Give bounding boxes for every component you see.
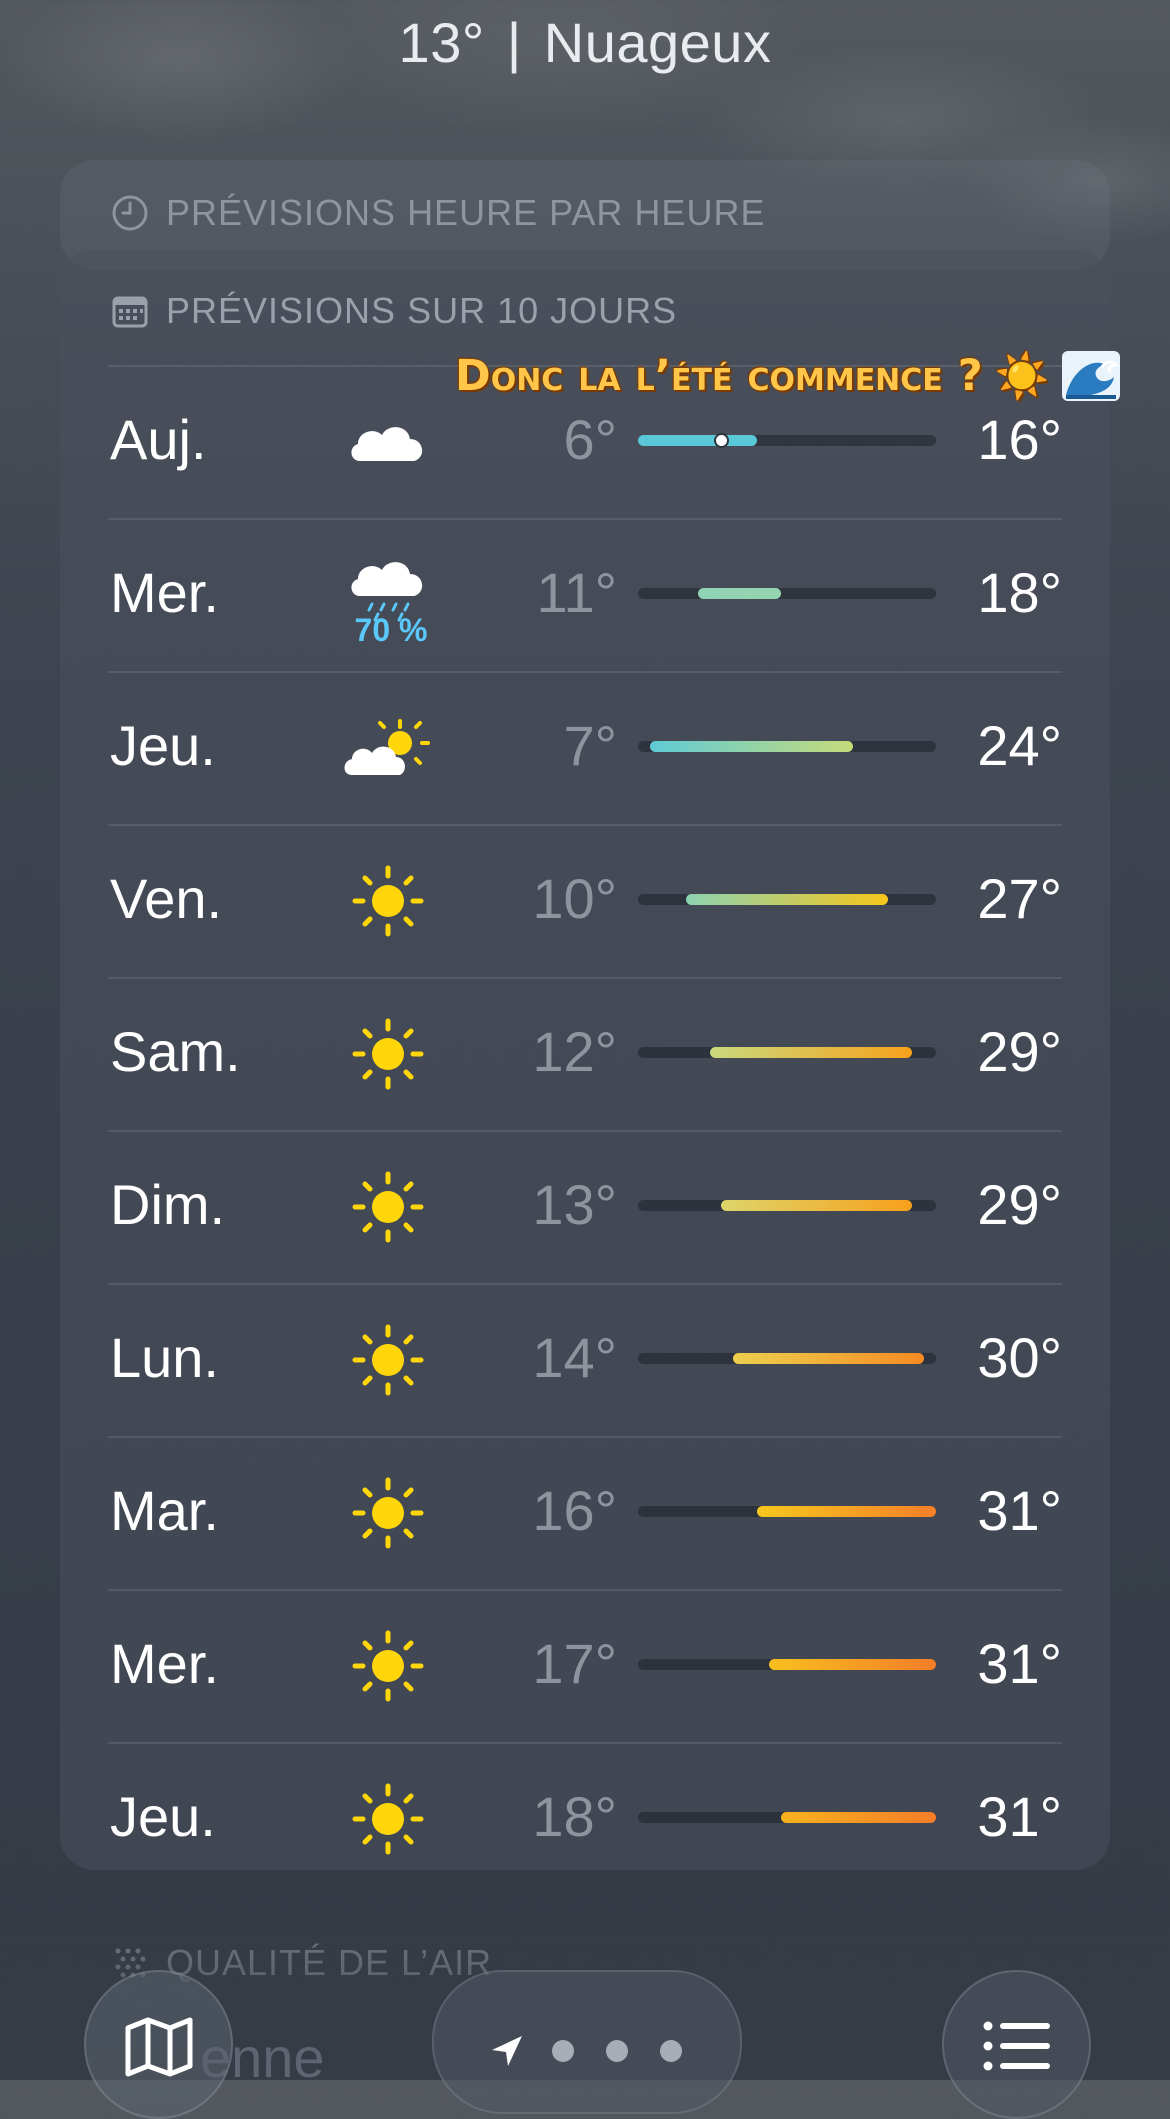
forecast-high: 30°	[977, 1326, 1062, 1389]
forecast-day: Jeu.	[110, 714, 216, 777]
wave-icon	[1061, 351, 1120, 401]
temperature-range-bar	[769, 1659, 936, 1670]
temperature-range-bar	[733, 1353, 925, 1364]
forecast-row[interactable]: Jeu. 7° 24°	[108, 671, 1062, 824]
hourly-forecast-title: PRÉVISIONS HEURE PAR HEURE	[166, 192, 766, 233]
precipitation-chance: 70 %	[354, 612, 428, 648]
forecast-low: 17°	[532, 1632, 617, 1695]
air-quality-title: QUALITÉ DE L’AIR	[166, 1942, 493, 1983]
forecast-day: Mar.	[110, 1479, 219, 1542]
sun-icon	[338, 1621, 438, 1711]
forecast-high: 29°	[977, 1020, 1062, 1083]
temperature-range-track	[638, 1506, 936, 1517]
forecast-row[interactable]: Mer. 70 % 11° 18°	[108, 518, 1062, 671]
temperature-range-track	[638, 433, 936, 448]
city-list-button[interactable]	[942, 1970, 1091, 2119]
forecast-low: 12°	[532, 1020, 617, 1083]
forecast-low: 14°	[532, 1326, 617, 1389]
temperature-range-bar	[757, 1506, 936, 1517]
forecast-low: 7°	[563, 714, 617, 777]
forecast-day: Ven.	[110, 867, 223, 930]
temperature-range-bar	[721, 1200, 913, 1211]
forecast-day: Mer.	[110, 561, 219, 624]
map-button[interactable]	[84, 1970, 233, 2119]
clock-icon	[112, 195, 148, 231]
temperature-range-track	[638, 1200, 936, 1211]
forecast-low: 13°	[532, 1173, 617, 1236]
page-indicator[interactable]	[432, 1970, 742, 2114]
forecast-high: 31°	[977, 1785, 1062, 1848]
forecast-day: Dim.	[110, 1173, 226, 1236]
forecast-high: 31°	[977, 1479, 1062, 1542]
list-icon	[983, 2021, 1050, 2071]
forecast-high: 29°	[977, 1173, 1062, 1236]
forecast-high: 18°	[977, 561, 1062, 624]
forecast-day: Mer.	[110, 1632, 219, 1695]
forecast-row[interactable]: Lun. 14° 30°	[108, 1283, 1062, 1436]
map-icon	[125, 2017, 192, 2077]
caption-text: Donc la l’été commence ?	[455, 351, 983, 401]
header-separator: |	[506, 11, 522, 74]
sun-icon	[338, 1315, 438, 1405]
page-dot[interactable]	[606, 2040, 628, 2062]
forecast-row[interactable]: Mar. 16° 31°	[108, 1436, 1062, 1589]
forecast-high: 27°	[977, 867, 1062, 930]
forecast-low: 10°	[532, 867, 617, 930]
temperature-range-track	[638, 1812, 936, 1823]
forecast-low: 11°	[536, 561, 617, 624]
forecast-row[interactable]: Ven. 10° 27°	[108, 824, 1062, 977]
temperature-range-track	[638, 1659, 936, 1670]
forecast-high: 16°	[977, 408, 1062, 471]
temperature-range-track	[638, 588, 936, 599]
temperature-range-track	[638, 894, 936, 905]
ten-day-forecast-title: PRÉVISIONS SUR 10 JOURS	[166, 290, 678, 331]
current-temperature: 13°	[398, 11, 485, 74]
hourly-forecast-header: PRÉVISIONS HEURE PAR HEURE	[110, 192, 765, 234]
cloud-icon	[338, 397, 438, 487]
page-dot[interactable]	[660, 2040, 682, 2062]
calendar-icon	[112, 296, 148, 328]
temperature-range-bar	[697, 588, 782, 599]
sun-icon	[338, 1774, 438, 1864]
page-dot[interactable]	[552, 2040, 574, 2062]
forecast-low: 6°	[563, 408, 617, 471]
temperature-range-track	[638, 1047, 936, 1058]
sun-icon	[338, 1009, 438, 1099]
ten-day-forecast-header: PRÉVISIONS SUR 10 JOURS	[110, 290, 677, 332]
sun-icon	[338, 1468, 438, 1558]
forecast-low: 16°	[532, 1479, 617, 1542]
temperature-range-bar	[638, 435, 758, 446]
sun-icon	[338, 1162, 438, 1252]
current-conditions: 13° | Nuageux	[0, 10, 1170, 75]
forecast-high: 24°	[977, 714, 1062, 777]
forecast-row[interactable]: Mer. 17° 31°	[108, 1589, 1062, 1742]
sun-icon	[338, 856, 438, 946]
forecast-high: 31°	[977, 1632, 1062, 1695]
caption-emoji: ☀️	[994, 351, 1050, 402]
temperature-range-bar	[649, 741, 853, 752]
partly-sunny-icon	[338, 703, 438, 793]
temperature-range-track	[638, 741, 936, 752]
temperature-range-track	[638, 1353, 936, 1364]
forecast-row[interactable]: Dim. 13° 29°	[108, 1130, 1062, 1283]
forecast-low: 18°	[532, 1785, 617, 1848]
temperature-range-bar	[781, 1812, 936, 1823]
caption-overlay: Donc la l’été commence ? ☀️	[455, 350, 1120, 402]
temperature-range-bar	[709, 1047, 913, 1058]
location-arrow-icon	[492, 2036, 522, 2066]
forecast-day: Sam.	[110, 1020, 241, 1083]
forecast-day: Auj.	[110, 408, 207, 471]
temperature-range-bar	[685, 894, 889, 905]
forecast-row[interactable]: Sam. 12° 29°	[108, 977, 1062, 1130]
forecast-row[interactable]: Jeu. 18° 31°	[108, 1742, 1062, 1895]
forecast-day: Lun.	[110, 1326, 219, 1389]
forecast-list: Auj. 6° 16° Mer. 70 % 11° 18° Jeu. 7° 24° Ven. 10° 2…	[108, 365, 1062, 1895]
current-condition: Nuageux	[543, 11, 772, 74]
forecast-day: Jeu.	[110, 1785, 216, 1848]
